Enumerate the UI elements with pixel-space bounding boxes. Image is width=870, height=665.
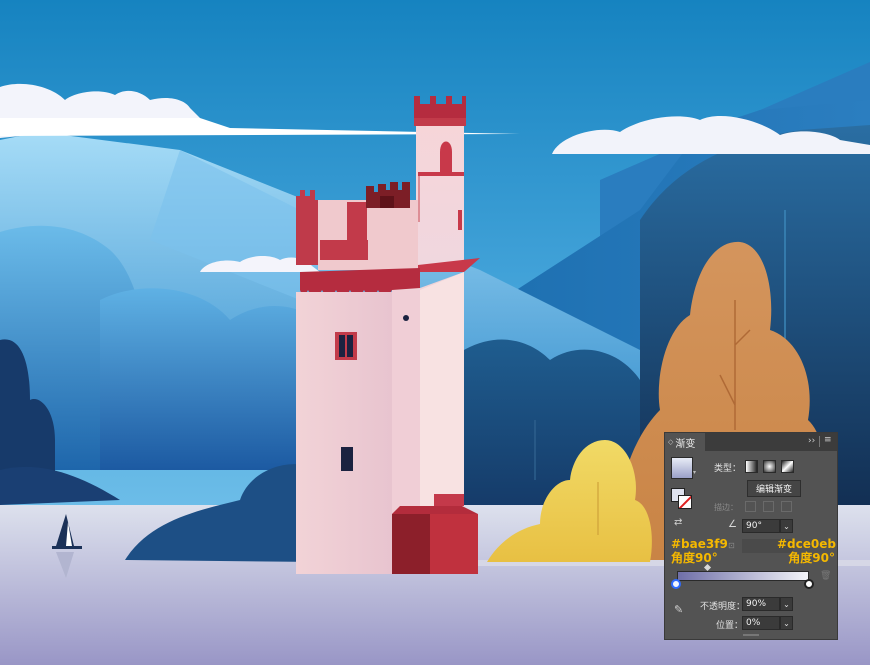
radial-gradient-button[interactable] (763, 460, 776, 473)
panel-resize-grip[interactable] (743, 634, 759, 636)
opacity-label: 不透明度： (700, 602, 746, 612)
hamburger-menu-icon[interactable]: ≡ (824, 435, 832, 445)
tab-expand-icon[interactable]: ◇ (668, 438, 673, 446)
gradient-panel: ◇ 渐变 ›› ≡ ▾ 类型： 编辑渐变 描边： ⇄ ∠ 90° ⌄ ⊡ 🗑 ✎… (664, 432, 838, 640)
annotation-left-angle: 角度90° (671, 551, 718, 565)
linear-gradient-button[interactable] (745, 460, 758, 473)
position-input[interactable]: 0% (742, 616, 780, 630)
type-label: 类型： (714, 464, 742, 474)
tab-gradient[interactable]: ◇ 渐变 (665, 433, 705, 451)
annotation-right-angle: 角度90° (788, 551, 835, 565)
opacity-dropdown-chevron-icon[interactable]: ⌄ (780, 597, 793, 611)
annotation-right: #dce0eb 角度90° (777, 537, 836, 565)
angle-input[interactable]: 90° (742, 519, 780, 533)
edit-gradient-button[interactable]: 编辑渐变 (747, 480, 801, 497)
stroke-none-icon[interactable] (678, 495, 692, 509)
opacity-input[interactable]: 90% (742, 597, 780, 611)
stroke-label: 描边： (714, 503, 738, 512)
position-label: 位置： (716, 621, 744, 631)
trash-icon[interactable]: 🗑 (820, 571, 831, 581)
sailboat-hull (52, 546, 82, 549)
annotation-right-color: #dce0eb (777, 537, 836, 551)
annotation-left-color: #bae3f9 (671, 537, 728, 551)
gradient-preview-swatch[interactable] (671, 457, 693, 479)
angle-dropdown-chevron-icon[interactable]: ⌄ (780, 519, 793, 533)
chevron-down-icon[interactable]: ▾ (693, 469, 696, 476)
reverse-gradient-icon[interactable]: ⇄ (674, 517, 682, 528)
panel-tab-bar: ◇ 渐变 ›› ≡ (665, 433, 837, 451)
color-stop-start[interactable] (671, 579, 681, 589)
gradient-slider[interactable] (677, 571, 809, 581)
freeform-gradient-button[interactable] (781, 460, 794, 473)
eyedropper-icon[interactable]: ✎ (674, 603, 683, 616)
midpoint-diamond[interactable] (703, 563, 712, 572)
hill-back-mid (100, 288, 330, 470)
stroke-within-icon[interactable] (745, 501, 756, 512)
angle-icon: ∠ (728, 519, 737, 530)
color-stop-end[interactable] (804, 579, 814, 589)
tab-gradient-label: 渐变 (675, 438, 696, 450)
divider (819, 436, 820, 447)
stroke-across-icon[interactable] (781, 501, 792, 512)
stroke-along-icon[interactable] (763, 501, 774, 512)
double-chevron-right-icon[interactable]: ›› (808, 436, 815, 446)
annotation-left: #bae3f9 角度90° (671, 537, 728, 565)
aspect-ratio-icon: ⊡ (728, 541, 735, 550)
position-dropdown-chevron-icon[interactable]: ⌄ (780, 616, 793, 630)
